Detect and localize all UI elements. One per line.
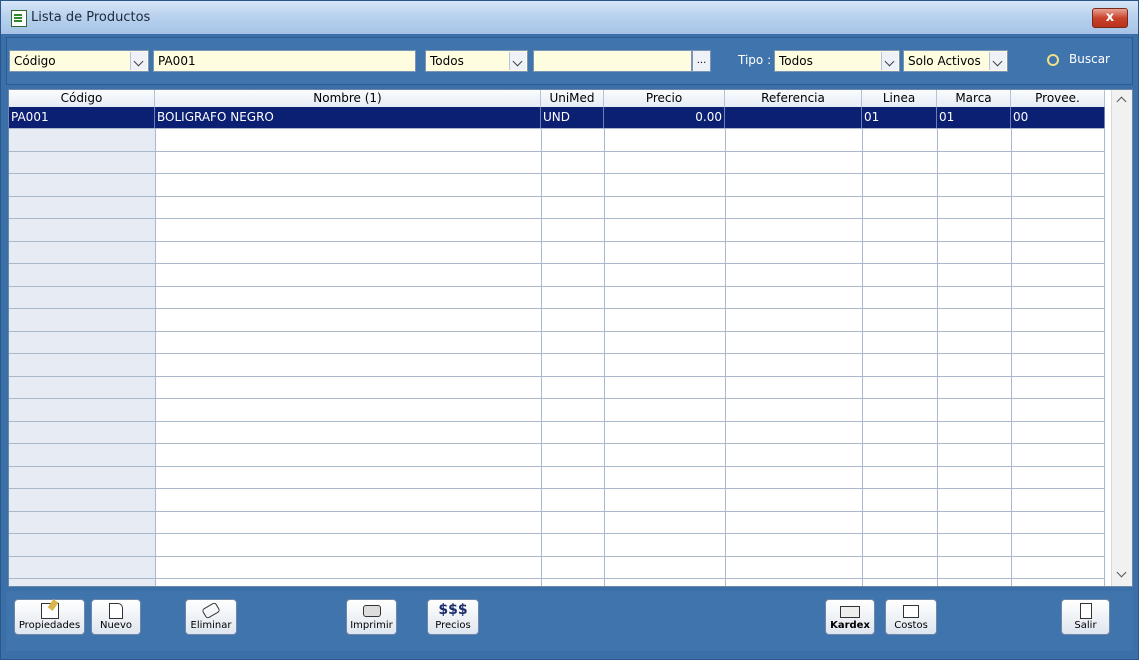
tipo-label: Tipo : [738,53,772,67]
properties-button-label: Propiedades [18,620,81,631]
grid-line [9,533,1105,534]
grid-line [9,218,1105,219]
status-select-value: Solo Activos [908,54,981,68]
grid-line [9,151,1105,152]
grid-line [9,308,1105,309]
grid-line [9,578,1105,579]
prices-icon: $$$ [438,602,468,618]
properties-button[interactable]: Propiedades [14,599,85,635]
kardex-button[interactable]: Kardex [825,599,875,635]
exit-button[interactable]: Salir [1061,599,1110,635]
table-row[interactable]: PA001 BOLIGRAFO NEGRO UND 0.00 01 01 00 [9,107,1105,128]
app-icon [11,10,27,27]
grid-line [9,466,1105,467]
column-header[interactable]: Provee. [1011,90,1105,107]
new-button[interactable]: Nuevo [91,599,141,635]
column-header[interactable]: Referencia [725,90,862,107]
grid-line [9,443,1105,444]
kardex-icon [840,606,860,618]
tipo-select-value: Todos [779,54,813,68]
table-header: Código Nombre (1) UniMed Precio Referenc… [9,90,1105,108]
cell-marca: 01 [937,107,1011,128]
printer-icon [362,605,381,617]
field-select[interactable]: Código [9,50,149,72]
search-input[interactable]: PA001 [153,50,416,72]
grid-line [9,128,1105,129]
status-select[interactable]: Solo Activos [903,50,1008,72]
cell-provee: 00 [1011,107,1105,128]
chevron-down-icon[interactable] [509,52,526,70]
eraser-icon [201,601,221,620]
search-button[interactable]: Buscar [1047,52,1110,66]
scope-select-value: Todos [430,54,464,68]
title-bar[interactable]: Lista de Productos x [1,1,1138,34]
grid-line [9,331,1105,332]
exit-button-label: Salir [1074,620,1097,631]
bottom-toolbar: Propiedades Nuevo Eliminar Imprimir $$$ … [6,591,1133,651]
tipo-select[interactable]: Todos [774,50,900,72]
grid-line [9,286,1105,287]
grid-line [9,263,1105,264]
browse-button[interactable]: ... [692,50,711,72]
search-input-value: PA001 [158,54,196,68]
column-header[interactable]: Precio [604,90,725,107]
prices-button-label: Precios [435,620,471,631]
column-header[interactable]: Código [9,90,155,107]
filter-bar: Código PA001 Todos ... Tipo : Todos Solo… [6,37,1133,85]
grid-line [9,556,1105,557]
product-list-window: Lista de Productos x Código PA001 Todos … [0,0,1139,660]
grid-line [9,353,1105,354]
kardex-button-label: Kardex [830,620,870,631]
cell-unimed: UND [541,107,604,128]
delete-button-label: Eliminar [190,620,232,631]
cell-nombre: BOLIGRAFO NEGRO [155,107,541,128]
window-title: Lista de Productos [31,10,151,25]
grid-line [9,511,1105,512]
grid-line [9,421,1105,422]
close-button[interactable]: x [1092,8,1128,28]
print-button[interactable]: Imprimir [346,599,397,635]
column-header[interactable]: Nombre (1) [155,90,541,107]
column-header[interactable]: UniMed [541,90,604,107]
vertical-scrollbar[interactable] [1111,90,1132,586]
prices-button[interactable]: $$$ Precios [427,599,479,635]
chevron-up-icon[interactable] [1116,96,1127,107]
extra-filter-input[interactable] [533,50,692,72]
grid-line [9,398,1105,399]
empty-rows [9,128,1105,586]
grid-line [9,173,1105,174]
search-icon [1047,53,1059,66]
field-select-value: Código [14,54,56,68]
print-button-label: Imprimir [350,620,393,631]
new-document-icon [109,603,123,619]
cell-precio: 0.00 [604,107,725,128]
exit-door-icon [1079,603,1092,619]
grid-line [9,196,1105,197]
costs-button-label: Costos [894,620,928,631]
properties-icon [40,603,59,619]
chevron-down-icon[interactable] [1116,567,1127,578]
delete-button[interactable]: Eliminar [185,599,237,635]
scope-select[interactable]: Todos [425,50,528,72]
grid-line [9,488,1105,489]
cell-linea: 01 [862,107,937,128]
costs-button[interactable]: Costos [885,599,937,635]
products-table[interactable]: Código Nombre (1) UniMed Precio Referenc… [8,89,1133,587]
new-button-label: Nuevo [99,620,132,631]
column-header[interactable]: Linea [862,90,937,107]
grid-line [9,241,1105,242]
chevron-down-icon[interactable] [989,52,1006,70]
cell-referencia [725,107,862,128]
cell-codigo: PA001 [9,107,155,128]
column-header[interactable]: Marca [937,90,1011,107]
chevron-down-icon[interactable] [881,52,898,70]
search-button-label: Buscar [1069,52,1110,66]
grid-line [9,376,1105,377]
chart-icon [903,605,919,618]
chevron-down-icon[interactable] [130,52,147,70]
